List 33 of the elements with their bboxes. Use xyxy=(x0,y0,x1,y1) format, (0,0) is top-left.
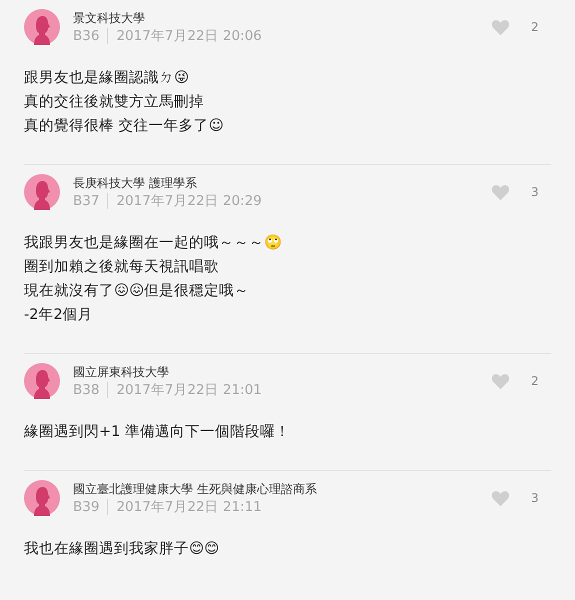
post-date: 2017年7月22日 20:29 xyxy=(116,192,262,210)
comment-text: 我跟男友也是緣圈在一起的哦～～～🙄 xyxy=(24,234,283,253)
comment-text: 現在就沒有了😖😖但是很穩定哦～ xyxy=(24,282,250,301)
floor-number: B36 xyxy=(73,26,100,44)
author-school: 國立屏東科技大學 xyxy=(73,364,170,380)
comment-text: 我也在緣圈遇到我家胖子😊😊 xyxy=(24,540,220,559)
comment-text: 真的覺得很棒 交往一年多了☺ xyxy=(24,116,225,136)
avatar-icon xyxy=(24,363,60,399)
comment-text: -2年2個月 xyxy=(24,306,94,325)
floor-number: B38 xyxy=(73,380,100,398)
comment-text: 緣圈遇到閃+1 準備邁向下一個階段囉！ xyxy=(24,423,291,442)
post-date: 2017年7月22日 20:06 xyxy=(116,26,262,44)
like-count: 3 xyxy=(531,491,540,505)
avatar-icon xyxy=(24,174,60,210)
like-count: 3 xyxy=(531,185,540,199)
floor-number: B39 xyxy=(73,498,100,516)
author-school: 景文科技大學 xyxy=(73,10,146,26)
like-count: 2 xyxy=(531,20,540,34)
heart-icon[interactable] xyxy=(491,18,510,36)
heart-icon[interactable] xyxy=(491,372,510,390)
floor-number: B37 xyxy=(73,192,100,210)
author-school: 長庚科技大學 護理學系 xyxy=(73,174,198,190)
heart-icon[interactable] xyxy=(491,490,510,506)
comment-text: 真的交往後就雙方立馬刪掉 xyxy=(24,92,205,112)
comment-text: 跟男友也是緣圈認識ㄉ😜 xyxy=(24,69,190,88)
comment-text: 圈到加賴之後就每天視訊唱歌 xyxy=(24,258,220,277)
post-date: 2017年7月22日 21:01 xyxy=(116,380,262,398)
author-school: 國立臺北護理健康大學 生死與健康心理諮商系 xyxy=(73,480,318,496)
avatar-icon xyxy=(24,480,60,516)
post-date: 2017年7月22日 21:11 xyxy=(116,498,262,516)
like-count: 2 xyxy=(531,374,540,388)
heart-icon[interactable] xyxy=(491,184,510,200)
avatar-icon xyxy=(24,9,60,45)
